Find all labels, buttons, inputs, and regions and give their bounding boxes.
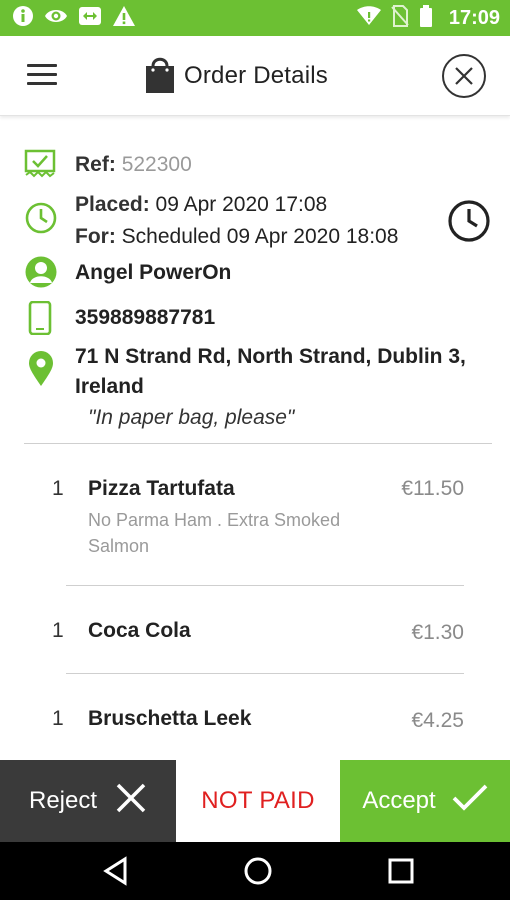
item-price: €11.50 bbox=[401, 477, 464, 500]
x-icon bbox=[115, 782, 147, 821]
customer-name: Angel PowerOn bbox=[75, 261, 232, 284]
accept-label: Accept bbox=[362, 787, 436, 814]
status-bar: 17:09 bbox=[0, 0, 510, 36]
item-name: Bruschetta Leek bbox=[88, 707, 252, 730]
no-sim-icon bbox=[391, 4, 409, 32]
payment-status: NOT PAID bbox=[176, 760, 340, 842]
placed-value: 09 Apr 2020 17:08 bbox=[155, 193, 328, 216]
details-divider bbox=[24, 443, 492, 444]
for-label: For: bbox=[75, 225, 116, 248]
address-line-2: Ireland bbox=[75, 375, 144, 398]
accept-button[interactable]: Accept bbox=[340, 760, 510, 842]
address-line-1: 71 N Strand Rd, North Strand, Dublin 3, bbox=[75, 345, 466, 368]
reject-label: Reject bbox=[28, 787, 98, 814]
item-quantity: 1 bbox=[52, 477, 64, 500]
phone-icon bbox=[28, 300, 52, 340]
delivery-note: "In paper bag, please" bbox=[88, 406, 295, 429]
order-content: Ref: 522300 Placed: 09 Apr 2020 17:08 Fo… bbox=[0, 117, 510, 760]
hamburger-menu-icon[interactable] bbox=[27, 64, 57, 86]
ref-value: 522300 bbox=[121, 153, 192, 176]
receipt-icon bbox=[24, 149, 56, 184]
checkmark-icon bbox=[452, 783, 488, 820]
item-modifiers-line-1: No Parma Ham . Extra Smoked bbox=[88, 510, 341, 530]
reject-button[interactable]: Reject bbox=[0, 760, 176, 842]
recents-icon[interactable] bbox=[386, 856, 416, 886]
location-pin-icon bbox=[28, 351, 54, 392]
customer-phone[interactable]: 359889887781 bbox=[75, 302, 215, 334]
close-icon[interactable] bbox=[442, 54, 486, 98]
for-value: Scheduled 09 Apr 2020 18:08 bbox=[121, 225, 399, 248]
item-price: €4.25 bbox=[411, 709, 464, 732]
header-title-group: Order Details bbox=[144, 56, 328, 96]
eye-icon bbox=[44, 5, 68, 32]
item-price: €1.30 bbox=[411, 621, 464, 644]
system-nav-bar bbox=[0, 842, 510, 900]
shopping-bag-icon bbox=[144, 54, 176, 99]
order-ref: Ref: 522300 bbox=[75, 149, 192, 181]
clock-icon bbox=[24, 201, 58, 240]
cast-icon bbox=[78, 5, 102, 32]
item-quantity: 1 bbox=[52, 707, 64, 730]
scheduled-line: For: Scheduled 09 Apr 2020 18:08 bbox=[75, 221, 398, 253]
item-divider bbox=[66, 673, 464, 674]
system-icons: 17:09 bbox=[356, 4, 500, 32]
item-divider bbox=[66, 585, 464, 586]
page-title: Order Details bbox=[184, 62, 328, 89]
app-header: Order Details bbox=[0, 36, 510, 116]
placed-line: Placed: 09 Apr 2020 17:08 bbox=[75, 189, 327, 221]
wifi-icon bbox=[356, 5, 381, 31]
status-time: 17:09 bbox=[448, 6, 500, 29]
info-icon bbox=[12, 5, 34, 32]
item-quantity: 1 bbox=[52, 619, 64, 642]
schedule-clock-icon[interactable] bbox=[447, 199, 491, 248]
back-icon[interactable] bbox=[101, 856, 131, 886]
placed-label: Placed: bbox=[75, 193, 150, 216]
warning-icon bbox=[112, 5, 136, 32]
item-modifiers-line-2: Salmon bbox=[88, 536, 150, 556]
item-name: Pizza Tartufata bbox=[88, 477, 235, 500]
item-name: Coca Cola bbox=[88, 619, 191, 642]
ref-label: Ref: bbox=[75, 153, 116, 176]
user-icon bbox=[24, 255, 58, 294]
notification-icons bbox=[12, 5, 136, 32]
order-action-bar: Reject NOT PAID Accept bbox=[0, 760, 510, 842]
home-icon[interactable] bbox=[243, 856, 273, 886]
battery-icon bbox=[419, 4, 433, 32]
